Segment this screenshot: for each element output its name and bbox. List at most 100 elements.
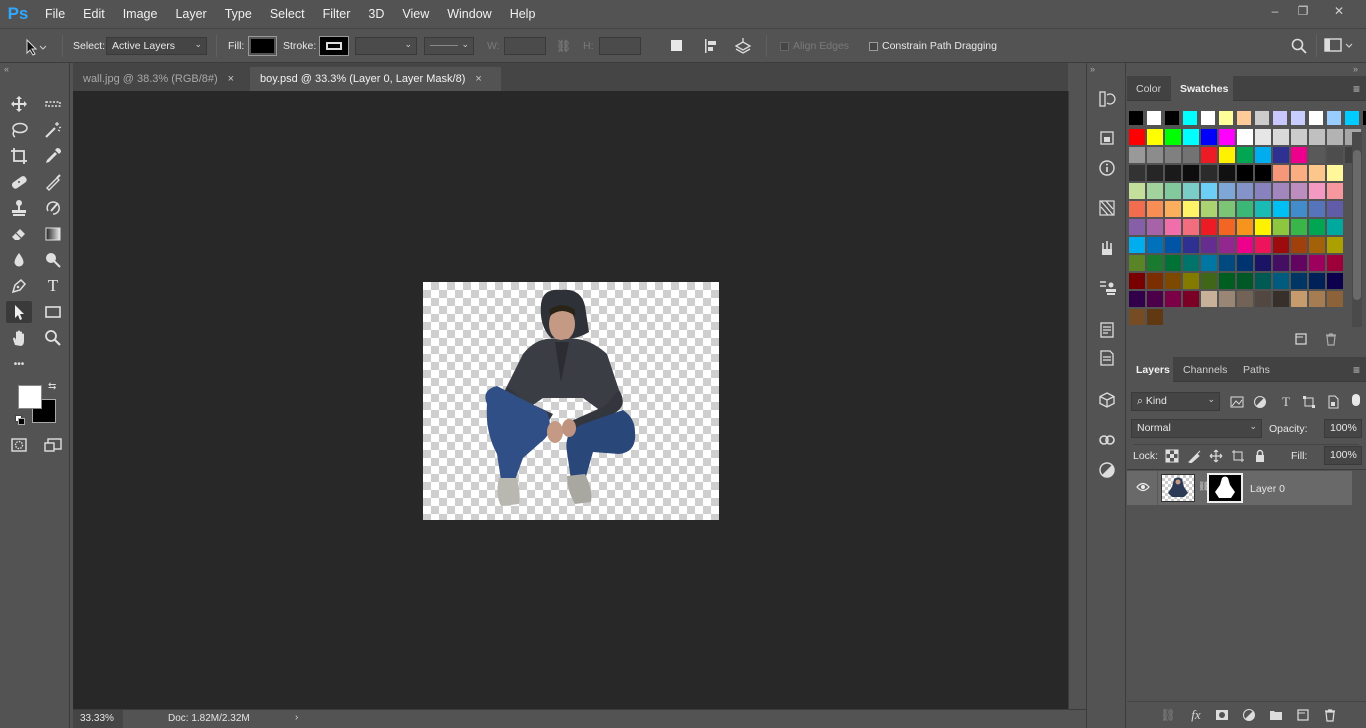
color-swatch[interactable] (1183, 255, 1199, 271)
color-swatch[interactable] (1273, 255, 1289, 271)
menu-image[interactable]: Image (114, 0, 167, 28)
color-swatch[interactable] (1147, 219, 1163, 235)
color-swatch[interactable] (1255, 255, 1271, 271)
canvas-area[interactable] (73, 91, 1068, 709)
panel-menu-icon[interactable]: ≡ (1353, 82, 1360, 96)
color-swatch[interactable] (1291, 147, 1307, 163)
close-tab-icon[interactable]: × (475, 73, 481, 85)
stroke-width-field[interactable]: ⌄ (355, 37, 417, 55)
color-swatch[interactable] (1291, 201, 1307, 217)
properties-panel-icon[interactable] (1096, 197, 1118, 219)
collapse-icon[interactable]: » (1353, 64, 1358, 74)
color-swatch[interactable] (1255, 291, 1271, 307)
add-mask-icon[interactable] (1214, 707, 1230, 723)
type-tool-icon[interactable]: T (40, 275, 66, 297)
color-swatch[interactable] (1129, 201, 1145, 217)
3d-cube-icon[interactable] (1096, 389, 1118, 411)
doc-size-info[interactable]: Doc: 1.82M/2.32M (168, 713, 250, 724)
color-swatch[interactable] (1237, 201, 1253, 217)
menu-edit[interactable]: Edit (74, 0, 114, 28)
layer-row[interactable]: ⛓ Layer 0 (1127, 471, 1352, 505)
color-swatch[interactable] (1219, 129, 1235, 145)
color-swatch[interactable] (1255, 147, 1271, 163)
color-swatch[interactable] (1327, 165, 1343, 181)
color-swatch[interactable] (1237, 129, 1253, 145)
screen-mode-icon[interactable] (40, 434, 66, 456)
vertical-scrollbar[interactable] (1068, 91, 1086, 709)
color-swatch[interactable] (1255, 129, 1271, 145)
magic-wand-tool-icon[interactable] (40, 119, 66, 141)
color-swatch[interactable] (1165, 147, 1181, 163)
more-tools-icon[interactable]: ••• (6, 353, 32, 375)
tab-color[interactable]: Color (1127, 76, 1170, 101)
color-swatch[interactable] (1255, 219, 1271, 235)
color-swatch[interactable] (1273, 111, 1287, 125)
move-tool-icon[interactable] (6, 93, 32, 115)
close-tab-icon[interactable]: × (228, 73, 234, 85)
libraries-icon[interactable] (1096, 429, 1118, 451)
color-swatch[interactable] (1165, 165, 1181, 181)
color-swatch[interactable] (1273, 183, 1289, 199)
color-swatch[interactable] (1327, 255, 1343, 271)
blur-tool-icon[interactable] (6, 249, 32, 271)
filter-toggle-switch[interactable] (1352, 394, 1360, 406)
tab-boy-psd[interactable]: boy.psd @ 33.3% (Layer 0, Layer Mask/8) × (250, 67, 501, 91)
color-swatch[interactable] (1273, 165, 1289, 181)
link-layers-icon[interactable]: ⛓ (1160, 707, 1176, 723)
color-swatch[interactable] (1129, 219, 1145, 235)
color-swatch[interactable] (1237, 273, 1253, 289)
color-swatch[interactable] (1147, 165, 1163, 181)
menu-layer[interactable]: Layer (166, 0, 215, 28)
menu-file[interactable]: File (36, 0, 74, 28)
color-swatch[interactable] (1201, 201, 1217, 217)
link-icon[interactable]: ⛓ (556, 39, 571, 53)
color-swatch[interactable] (1309, 129, 1325, 145)
color-swatch[interactable] (1237, 219, 1253, 235)
status-more-arrow[interactable]: › (295, 712, 298, 723)
crop-tool-icon[interactable] (6, 145, 32, 167)
color-swatch[interactable] (1237, 165, 1253, 181)
color-swatch[interactable] (1183, 219, 1199, 235)
color-swatch[interactable] (1165, 219, 1181, 235)
color-swatch[interactable] (1255, 237, 1271, 253)
default-colors-icon[interactable] (15, 415, 25, 425)
color-swatch[interactable] (1309, 237, 1325, 253)
color-swatch[interactable] (1201, 111, 1215, 125)
fx-icon[interactable]: fx (1188, 707, 1204, 723)
layer-name[interactable]: Layer 0 (1250, 483, 1285, 495)
color-swatch[interactable] (1219, 273, 1235, 289)
fill-field[interactable]: 100% (1324, 446, 1362, 465)
clone-stamp-tool-icon[interactable] (6, 197, 32, 219)
rectangle-tool-icon[interactable] (40, 301, 66, 323)
color-swatch[interactable] (1291, 129, 1307, 145)
color-swatch[interactable] (1201, 129, 1217, 145)
color-swatch[interactable] (1129, 111, 1143, 125)
color-swatch[interactable] (1129, 255, 1145, 271)
color-swatch[interactable] (1219, 291, 1235, 307)
color-swatch[interactable] (1273, 201, 1289, 217)
color-swatch[interactable] (1273, 291, 1289, 307)
color-swatch[interactable] (1201, 219, 1217, 235)
delete-layer-icon[interactable] (1322, 707, 1338, 723)
menu-help[interactable]: Help (501, 0, 545, 28)
layer-mask-thumbnail[interactable] (1207, 473, 1243, 503)
lasso-tool-icon[interactable] (6, 119, 32, 141)
scrollbar-thumb[interactable] (1353, 150, 1361, 300)
color-swatch[interactable] (1129, 237, 1145, 253)
color-swatch[interactable] (1219, 111, 1233, 125)
path-selection-tool-icon[interactable] (6, 301, 32, 323)
color-swatch[interactable] (1291, 219, 1307, 235)
actions-panel-icon[interactable] (1096, 319, 1118, 341)
color-swatch[interactable] (1309, 273, 1325, 289)
color-swatch[interactable] (1147, 183, 1163, 199)
color-swatch[interactable] (1183, 237, 1199, 253)
color-swatch[interactable] (1183, 273, 1199, 289)
color-swatch[interactable] (1165, 237, 1181, 253)
color-swatch[interactable] (1129, 165, 1145, 181)
color-swatch[interactable] (1147, 291, 1163, 307)
workspace-icon[interactable] (1324, 38, 1354, 57)
color-swatch[interactable] (1183, 147, 1199, 163)
dodge-tool-icon[interactable] (40, 249, 66, 271)
color-swatch[interactable] (1309, 255, 1325, 271)
color-swatch[interactable] (1201, 183, 1217, 199)
